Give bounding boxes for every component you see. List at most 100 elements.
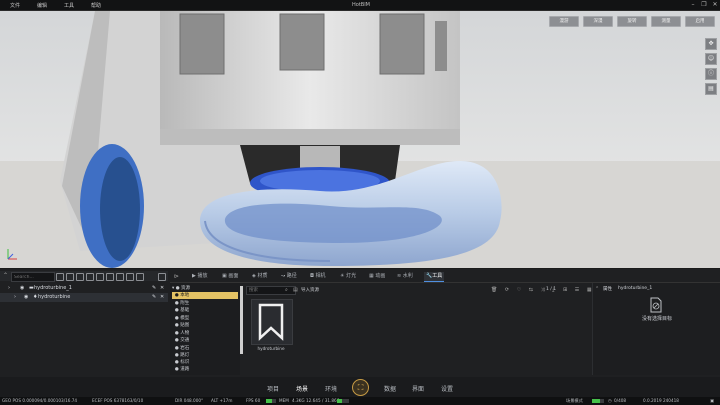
edit-icon[interactable]: ✎ [152, 293, 156, 302]
expand-icon[interactable]: › [14, 293, 16, 302]
resource-item[interactable]: ● 路灯 [172, 352, 238, 359]
bookmark-icon [258, 303, 284, 341]
resource-label: 路灯 [180, 353, 190, 358]
grid-icon[interactable] [66, 273, 74, 281]
expand-icon[interactable]: › [8, 284, 10, 293]
cut-icon[interactable] [76, 273, 84, 281]
panel-toggle-icon[interactable]: ⊳ [174, 273, 179, 280]
resource-scrollbar[interactable] [240, 286, 243, 354]
delete-icon[interactable]: ✕ [160, 293, 164, 302]
enable-button[interactable]: 启用 [685, 16, 715, 27]
info-icon[interactable]: ⓘ [705, 68, 717, 80]
copy-icon[interactable] [106, 273, 114, 281]
asset-card[interactable] [251, 299, 293, 345]
tab-picture[interactable]: ▣ 画面 [220, 272, 240, 281]
collapse-icon[interactable]: ⌃ [595, 286, 599, 292]
scene-viewport[interactable]: 漫游 深漫 旋转 测量 启用 ✥ ☺ ⓘ ▤ [0, 11, 720, 268]
resource-root[interactable]: ▾ ● 资源 [172, 285, 238, 292]
edit-icon[interactable]: ✎ [152, 284, 156, 293]
collapse-icon[interactable]: ⌃ [3, 272, 8, 279]
person-icon[interactable]: ☺ [705, 53, 717, 65]
menu-edit[interactable]: 编辑 [37, 2, 47, 9]
new-icon[interactable] [96, 273, 104, 281]
nav-project[interactable]: 项目 [267, 384, 279, 393]
delete-icon[interactable]: ✕ [160, 284, 164, 293]
outliner-search-input[interactable] [11, 272, 55, 282]
nav-data[interactable]: 数据 [384, 384, 396, 393]
tab-label: 水利 [402, 273, 413, 279]
import-label[interactable]: 导入资源 [301, 287, 319, 293]
time-value: 0.0.2019 240418 [643, 398, 679, 403]
tab-hydraulic[interactable]: ≋ 水利 [395, 272, 415, 281]
minimize-icon[interactable]: – [688, 1, 698, 8]
refresh-icon[interactable] [56, 273, 64, 281]
clock-icon: ◷ [608, 398, 612, 403]
tab-camera[interactable]: ◘ 相机 [308, 272, 328, 281]
resource-label: 资源 [181, 286, 191, 291]
tab-light[interactable]: ☀ 灯光 [338, 272, 358, 281]
tab-label: 播放 [197, 273, 208, 279]
resource-label: 本地 [180, 293, 190, 298]
nav-environment[interactable]: 环境 [325, 384, 337, 393]
properties-header: 属性 [603, 287, 612, 292]
rotate-button[interactable]: 旋转 [617, 16, 647, 27]
eye-icon[interactable]: ◉ [20, 284, 24, 293]
home-map-icon[interactable]: ⛶ [352, 379, 369, 396]
tab-animation[interactable]: ▦ 动画 [367, 272, 387, 281]
tab-play[interactable]: ▶ 播放 [190, 272, 209, 281]
resource-item[interactable]: ● 人物 [172, 330, 238, 337]
frame-icon[interactable] [116, 273, 124, 281]
nav-settings[interactable]: 设置 [441, 384, 453, 393]
tab-label: 相机 [315, 273, 326, 279]
resource-item[interactable]: ● 贴图 [172, 322, 238, 329]
menu-tools[interactable]: 工具 [64, 2, 74, 9]
view-mode-icons[interactable]: ⊞ ☰ ▦ [563, 287, 595, 293]
expand-panel-icon[interactable] [158, 273, 166, 281]
deep-walk-button[interactable]: 深漫 [583, 16, 613, 27]
scene-mode: 场景模式 [566, 398, 583, 403]
speed-value: 0/408 [614, 398, 627, 403]
import-icon[interactable]: ▤ [293, 287, 298, 293]
fps: FPS 60 [246, 398, 261, 403]
walk-button[interactable]: 漫游 [549, 16, 579, 27]
tree-item-label: hydroturbine_1 [34, 285, 72, 291]
no-file-icon [650, 297, 662, 313]
resource-item[interactable]: ● 道路 [172, 366, 238, 373]
fullscreen-icon[interactable]: ▣ [710, 398, 714, 403]
pagination: 1 / 1 [546, 287, 557, 292]
folder-icon[interactable] [86, 273, 94, 281]
panel-icon[interactable] [136, 273, 144, 281]
resource-label: 附生 [180, 301, 190, 306]
menu-help[interactable]: 帮助 [91, 2, 101, 9]
move-icon[interactable]: ✥ [705, 38, 717, 50]
resource-item[interactable]: ● 本地 [172, 292, 238, 299]
resource-item[interactable]: ● 模型 [172, 315, 238, 322]
search-icon[interactable]: ⌕ [285, 287, 288, 293]
measure-button[interactable]: 测量 [651, 16, 681, 27]
tab-path[interactable]: ↝ 路径 [279, 272, 299, 281]
resource-item[interactable]: ● 岩石 [172, 345, 238, 352]
resource-item[interactable]: ● 附生 [172, 300, 238, 307]
tab-tools[interactable]: 🔧工具 [424, 272, 445, 282]
menu-file[interactable]: 文件 [10, 2, 20, 9]
tab-label: 工具 [432, 273, 443, 279]
resource-item[interactable]: ● 基础 [172, 307, 238, 314]
turbine-scene [0, 11, 720, 268]
close-icon[interactable]: ✕ [710, 1, 720, 8]
tree-item[interactable]: › ◉ ▬ hydroturbine_1 ✎ ✕ [0, 284, 168, 293]
eye-icon[interactable]: ◉ [24, 293, 28, 302]
nav-interface[interactable]: 界面 [412, 384, 424, 393]
mem-label: MEM [279, 398, 289, 403]
layers-icon[interactable]: ▤ [705, 83, 717, 95]
resource-item[interactable]: ● 标识 [172, 359, 238, 366]
tree-item[interactable]: › ◉ ♦ hydroturbine ✎ ✕ [0, 293, 168, 302]
maximize-icon[interactable]: ❐ [699, 1, 709, 8]
resource-item[interactable]: ● 交通 [172, 337, 238, 344]
tree-item-label: hydroturbine [38, 294, 71, 300]
list-icon[interactable] [126, 273, 134, 281]
fps-bar [266, 399, 276, 403]
tab-material[interactable]: ◈ 材质 [250, 272, 269, 281]
asset-name: hydroturbine [257, 346, 285, 351]
content-search-input[interactable] [246, 286, 296, 295]
nav-scene[interactable]: 场景 [296, 384, 308, 393]
